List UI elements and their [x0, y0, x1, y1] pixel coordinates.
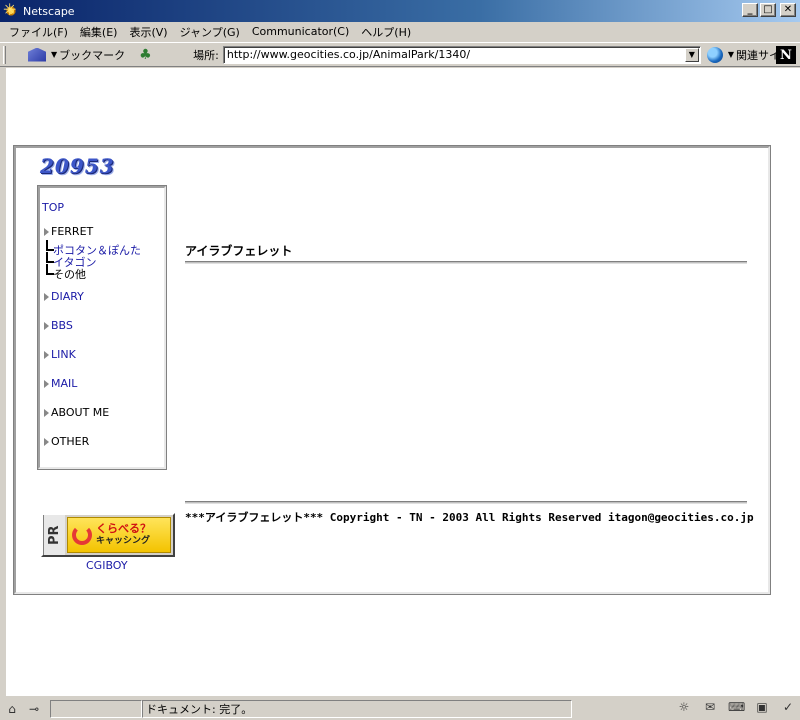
nav-link[interactable]: LINK: [44, 348, 76, 361]
menu-view[interactable]: 表示(V): [129, 24, 167, 40]
status-text: ドキュメント: 完了。: [146, 703, 253, 716]
bullet-arrow-icon: [44, 351, 49, 359]
bullet-arrow-icon: [44, 409, 49, 417]
heading-divider: [185, 261, 747, 264]
netscape-logo[interactable]: N: [776, 46, 796, 64]
bookmarks-label: ブックマーク: [59, 48, 126, 62]
menu-communicator[interactable]: Communicator(C): [252, 25, 349, 38]
page-heading: アイラブフェレット: [185, 244, 293, 258]
page-proxy-icon[interactable]: ♣: [139, 47, 153, 63]
bullet-arrow-icon: [44, 322, 49, 330]
close-button[interactable]: ✕: [780, 3, 796, 17]
netscape-icon: [3, 0, 19, 19]
ad-text: くらべる？ キャッシング: [96, 522, 151, 547]
menu-help[interactable]: ヘルプ(H): [361, 24, 411, 40]
page-viewport[interactable]: 20953 TOP FERRET ポコタン＆ぽんた イタゴン その他 DIARY…: [6, 68, 800, 696]
status-bar: ⌂ ⊸ ドキュメント: 完了。 ☼ ✉ ⌨ ▣ ✓: [0, 698, 800, 720]
nav-mail[interactable]: MAIL: [44, 377, 77, 390]
site-logo: 20953: [40, 154, 115, 178]
composer-icon[interactable]: ▣: [754, 700, 770, 714]
ad-image[interactable]: くらべる？ キャッシング: [67, 517, 171, 553]
url-input[interactable]: http://www.geocities.co.jp/AnimalPark/13…: [222, 45, 701, 64]
component-bar: ☼ ✉ ⌨ ▣ ✓: [676, 700, 796, 714]
nav-ferret: FERRET: [44, 225, 93, 238]
bullet-arrow-icon: [44, 293, 49, 301]
copyright-text: ***アイラブフェレット*** Copyright - TN - 2003 Al…: [185, 511, 754, 524]
status-text-cell: ドキュメント: 完了。: [142, 700, 572, 718]
refresh-icon: [72, 525, 92, 545]
toolbar-grip[interactable]: [3, 45, 6, 64]
footer-divider: [185, 501, 747, 504]
bullet-arrow-icon: [44, 438, 49, 446]
minimize-button[interactable]: _: [742, 3, 758, 17]
groups-icon[interactable]: ⌨: [728, 700, 745, 714]
bullet-arrow-icon: [44, 380, 49, 388]
bookmarks-button[interactable]: ▼ ブックマーク: [28, 47, 125, 63]
nav-top-link[interactable]: TOP: [42, 201, 64, 214]
window-title: Netscape: [23, 4, 75, 18]
url-dropdown-button[interactable]: ▼: [684, 47, 699, 62]
menu-edit[interactable]: 編集(E): [80, 24, 118, 40]
mail-icon[interactable]: ✉: [702, 700, 718, 714]
edit-icon[interactable]: ✓: [780, 700, 796, 714]
bookmark-icon: [28, 47, 46, 62]
menu-go[interactable]: ジャンプ(G): [180, 24, 240, 40]
nav-sub-other: その他: [46, 264, 86, 282]
url-text: http://www.geocities.co.jp/AnimalPark/13…: [226, 48, 471, 61]
connection-icon: ⊸: [28, 702, 40, 716]
nav-bbs[interactable]: BBS: [44, 319, 73, 332]
nav-diary[interactable]: DIARY: [44, 290, 84, 303]
lock-icon[interactable]: ⌂: [4, 702, 20, 716]
menu-file[interactable]: ファイル(F): [9, 24, 68, 40]
location-label: 場所:: [193, 48, 219, 62]
menu-bar: ファイル(F) 編集(E) 表示(V) ジャンプ(G) Communicator…: [0, 22, 800, 41]
security-indicators: ⌂ ⊸: [4, 702, 42, 716]
navigator-icon[interactable]: ☼: [676, 700, 692, 714]
bullet-arrow-icon: [44, 228, 49, 236]
nav-about: ABOUT ME: [44, 406, 109, 419]
globe-icon: [706, 46, 723, 63]
dropdown-arrow-icon: ▼: [51, 50, 58, 59]
pr-label: PR: [43, 515, 65, 555]
title-bar: Netscape _ □ ✕: [0, 0, 800, 22]
location-toolbar: ▼ ブックマーク ♣ 場所: http://www.geocities.co.j…: [0, 42, 800, 67]
dropdown-arrow-icon: ▼: [727, 50, 735, 59]
window-controls: _ □ ✕: [742, 3, 796, 17]
progress-cell: [50, 700, 142, 718]
nav-other: OTHER: [44, 435, 89, 448]
cgiboy-link[interactable]: CGIBOY: [86, 559, 128, 572]
nav-top[interactable]: TOP: [42, 201, 64, 214]
maximize-button[interactable]: □: [760, 3, 776, 17]
pr-banner[interactable]: PR くらべる？ キャッシング: [41, 513, 175, 557]
